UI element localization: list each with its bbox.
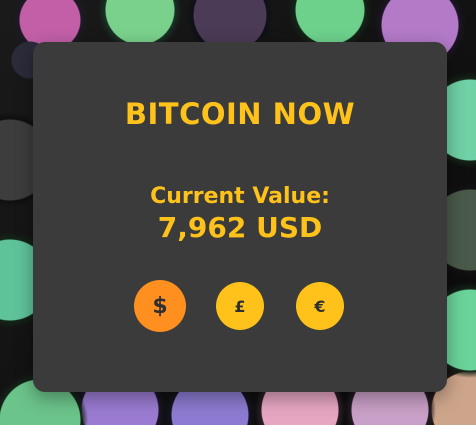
current-value-label: Current Value: [150, 184, 330, 209]
currency-eur-button[interactable]: € [296, 282, 344, 330]
pound-icon: £ [234, 296, 246, 316]
currency-selector: $ £ € [33, 280, 447, 332]
dollar-icon: $ [152, 293, 168, 319]
currency-usd-button[interactable]: $ [134, 280, 186, 332]
euro-icon: € [314, 296, 326, 316]
card-title: BITCOIN NOW [124, 97, 356, 131]
currency-gbp-button[interactable]: £ [216, 282, 264, 330]
current-value: 7,962 USD [157, 211, 323, 244]
bitcoin-now-card: BITCOIN NOW Current Value: 7,962 USD $ £… [33, 42, 447, 392]
